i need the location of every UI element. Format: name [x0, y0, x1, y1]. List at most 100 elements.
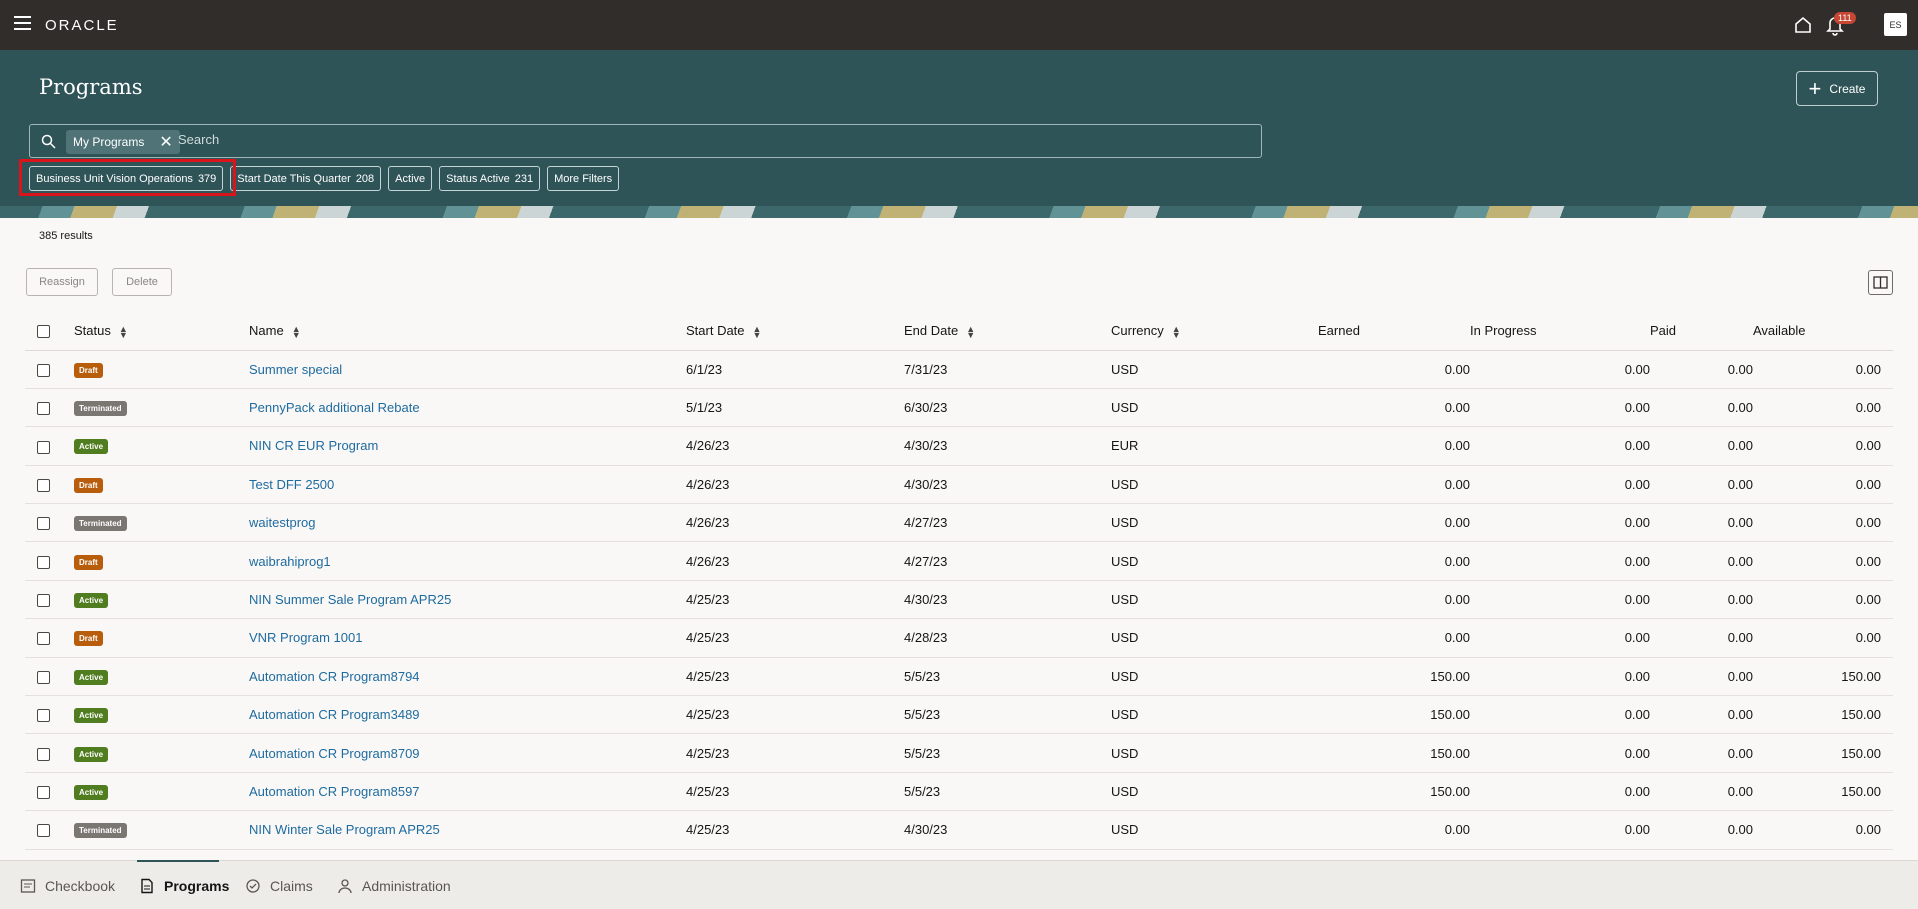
- nav-claims[interactable]: Claims: [245, 861, 313, 909]
- filter-active[interactable]: Active: [388, 166, 433, 191]
- end-date-cell: 5/5/23: [904, 772, 1111, 812]
- delete-button[interactable]: Delete: [112, 268, 172, 296]
- table-row[interactable]: Draft Test DFF 2500 4/26/23 4/30/23 USD 0.00 0…: [25, 465, 1893, 505]
- program-name-link[interactable]: Summer special: [249, 362, 342, 377]
- in-progress-cell: 0.00: [1470, 350, 1650, 389]
- table-row[interactable]: Active NIN Summer Sale Program APR25 4/25/…: [25, 580, 1893, 620]
- program-name-link[interactable]: VNR Program 1001: [249, 630, 362, 645]
- status-cell: Draft: [74, 618, 249, 658]
- row-select-cell: [25, 618, 74, 658]
- row-checkbox[interactable]: [37, 440, 50, 454]
- program-name-link[interactable]: Automation CR Program8794: [249, 669, 420, 684]
- table-row[interactable]: Terminated NIN Winter Sale Program APR25 4…: [25, 810, 1893, 850]
- oracle-logo[interactable]: ORACLE: [45, 17, 119, 34]
- status-badge: Active: [74, 439, 109, 455]
- row-checkbox[interactable]: [37, 747, 50, 761]
- paid-cell: 0.00: [1650, 541, 1753, 581]
- column-header-end-date[interactable]: End Date ▲ ▼: [904, 312, 1111, 351]
- available-cell: 0.00: [1753, 810, 1893, 850]
- status-cell: Active: [74, 733, 249, 773]
- nav-programs[interactable]: Programs: [139, 861, 229, 909]
- column-header-status[interactable]: Status ▲ ▼: [74, 312, 249, 351]
- status-badge: Terminated: [74, 823, 127, 839]
- row-checkbox[interactable]: [37, 632, 50, 646]
- row-checkbox[interactable]: [37, 824, 50, 838]
- search-icon[interactable]: [41, 134, 56, 149]
- bottom-navigation: Checkbook Programs Claims Administration: [0, 860, 1918, 909]
- row-checkbox[interactable]: [37, 594, 50, 608]
- filter-start-date[interactable]: Start Date This Quarter 208: [230, 166, 382, 191]
- search-chip-my-programs[interactable]: My Programs ✕: [66, 130, 180, 154]
- name-cell: Automation CR Program8597: [249, 772, 686, 812]
- currency-cell: USD: [1111, 388, 1318, 428]
- row-checkbox[interactable]: [37, 517, 50, 531]
- row-checkbox[interactable]: [37, 363, 50, 377]
- currency-cell: USD: [1111, 503, 1318, 543]
- status-badge: Active: [74, 593, 109, 609]
- home-icon[interactable]: [1793, 15, 1813, 35]
- table-row[interactable]: Active Automation CR Program3489 4/25/23 5/…: [25, 695, 1893, 735]
- table-row[interactable]: Terminated PennyPack additional Rebate 5/1…: [25, 388, 1893, 428]
- row-select-cell: [25, 810, 74, 850]
- table-row[interactable]: Active Automation CR Program8709 4/25/23 5/…: [25, 733, 1893, 773]
- table-row[interactable]: Draft VNR Program 1001 4/25/23 4/28/23 USD 0.…: [25, 618, 1893, 658]
- table-row[interactable]: Terminated waitestprog 4/26/23 4/27/23 USD 0.…: [25, 503, 1893, 543]
- currency-cell: USD: [1111, 772, 1318, 812]
- filter-status-active[interactable]: Status Active 231: [439, 166, 541, 191]
- sort-icon[interactable]: ▲ ▼: [1172, 324, 1181, 339]
- select-all-cell: [25, 312, 74, 351]
- paid-cell: 0.00: [1650, 772, 1753, 812]
- in-progress-cell: 0.00: [1470, 503, 1650, 543]
- program-name-link[interactable]: waibrahiprog1: [249, 554, 331, 569]
- program-name-link[interactable]: Automation CR Program8597: [249, 784, 420, 799]
- available-cell: 0.00: [1753, 388, 1893, 428]
- table-row[interactable]: Draft Summer special 6/1/23 7/31/23 USD 0.00 0…: [25, 350, 1893, 389]
- row-checkbox[interactable]: [37, 670, 50, 684]
- create-button[interactable]: + Create: [1796, 71, 1878, 106]
- program-name-link[interactable]: Automation CR Program8709: [249, 746, 420, 761]
- table-row[interactable]: Active Automation CR Program8794 4/25/23 5/…: [25, 657, 1893, 697]
- in-progress-cell: 0.00: [1470, 695, 1650, 735]
- nav-checkbook[interactable]: Checkbook: [20, 861, 115, 909]
- status-badge: Terminated: [74, 401, 127, 417]
- search-bar[interactable]: My Programs ✕: [29, 124, 1262, 158]
- end-date-cell: 4/30/23: [904, 580, 1111, 620]
- sort-icon[interactable]: ▲ ▼: [966, 324, 975, 339]
- search-input[interactable]: [178, 132, 978, 147]
- table-row[interactable]: Active NIN CR EUR Program 4/26/23 4/30/23 EU…: [25, 426, 1893, 466]
- row-checkbox[interactable]: [37, 709, 50, 723]
- program-name-link[interactable]: NIN Summer Sale Program APR25: [249, 592, 451, 607]
- status-badge: Active: [74, 746, 109, 762]
- row-checkbox[interactable]: [37, 402, 50, 416]
- currency-cell: USD: [1111, 465, 1318, 505]
- in-progress-cell: 0.00: [1470, 772, 1650, 812]
- select-all-checkbox[interactable]: [37, 325, 50, 339]
- row-checkbox[interactable]: [37, 478, 50, 492]
- avatar[interactable]: ES: [1884, 13, 1907, 36]
- earned-cell: 0.00: [1318, 503, 1470, 543]
- sort-icon[interactable]: ▲ ▼: [292, 324, 301, 339]
- table-row[interactable]: Active Automation CR Program8597 4/25/23 5/…: [25, 772, 1893, 812]
- program-name-link[interactable]: Automation CR Program3489: [249, 707, 420, 722]
- program-name-link[interactable]: NIN CR EUR Program: [249, 438, 378, 453]
- sort-icon[interactable]: ▲ ▼: [119, 324, 128, 339]
- reassign-button[interactable]: Reassign: [26, 268, 98, 296]
- name-cell: NIN CR EUR Program: [249, 426, 686, 466]
- earned-cell: 150.00: [1318, 657, 1470, 697]
- row-checkbox[interactable]: [37, 555, 50, 569]
- more-filters-button[interactable]: More Filters: [547, 166, 620, 191]
- nav-administration[interactable]: Administration: [337, 861, 451, 909]
- program-name-link[interactable]: Test DFF 2500: [249, 477, 334, 492]
- column-header-start-date[interactable]: Start Date ▲ ▼: [686, 312, 904, 351]
- program-name-link[interactable]: NIN Winter Sale Program APR25: [249, 822, 440, 837]
- column-layout-icon[interactable]: [1868, 270, 1893, 295]
- column-header-name[interactable]: Name ▲ ▼: [249, 312, 686, 351]
- column-header-currency[interactable]: Currency ▲ ▼: [1111, 312, 1318, 351]
- row-checkbox[interactable]: [37, 786, 50, 800]
- program-name-link[interactable]: PennyPack additional Rebate: [249, 400, 420, 415]
- hamburger-menu-icon[interactable]: [14, 16, 31, 30]
- table-row[interactable]: Draft waibrahiprog1 4/26/23 4/27/23 USD 0.00 0…: [25, 541, 1893, 581]
- program-name-link[interactable]: waitestprog: [249, 515, 315, 530]
- sort-icon[interactable]: ▲ ▼: [753, 324, 762, 339]
- close-icon[interactable]: ✕: [152, 132, 179, 152]
